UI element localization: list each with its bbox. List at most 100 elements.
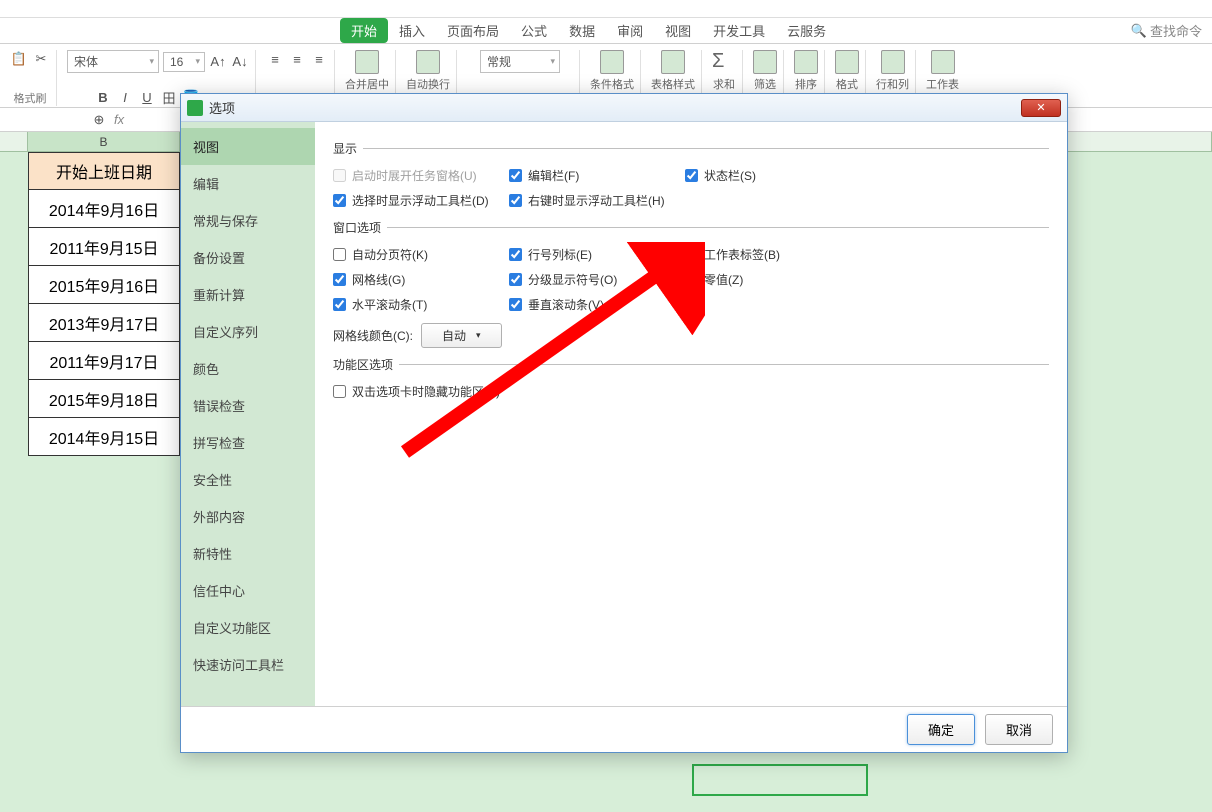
- sidebar-item-backup[interactable]: 备份设置: [181, 239, 315, 276]
- tab-insert[interactable]: 插入: [388, 18, 436, 43]
- tab-cloud[interactable]: 云服务: [776, 18, 837, 43]
- sidebar-item-errorcheck[interactable]: 错误检查: [181, 387, 315, 424]
- col-header-b[interactable]: B: [28, 132, 180, 151]
- cancel-button[interactable]: 取消: [985, 714, 1053, 745]
- fmt-label: 格式: [836, 76, 858, 92]
- lookup-icon[interactable]: ⊕: [90, 111, 108, 129]
- grid-color-select[interactable]: 自动: [421, 323, 502, 348]
- sheet-button[interactable]: 工作表: [926, 50, 959, 92]
- paste-icon[interactable]: 📋: [10, 50, 28, 68]
- data-cell[interactable]: 2015年9月18日: [28, 380, 180, 418]
- opt-vscroll[interactable]: 垂直滚动条(V): [509, 296, 681, 313]
- format-button[interactable]: 格式: [835, 50, 859, 92]
- filter-button[interactable]: 筛选: [753, 50, 777, 92]
- align-top-icon[interactable]: ≡: [266, 50, 284, 68]
- sort-label: 排序: [795, 76, 817, 92]
- opt-rt-float[interactable]: 右键时显示浮动工具栏(H): [509, 192, 681, 209]
- dialog-sidebar: 视图 编辑 常规与保存 备份设置 重新计算 自定义序列 颜色 错误检查 拼写检查…: [181, 122, 315, 706]
- table-label: 表格样式: [651, 76, 695, 92]
- wrap-label: 自动换行: [406, 76, 450, 92]
- bottom-highlight-box: [692, 764, 868, 796]
- data-cell[interactable]: 2014年9月16日: [28, 190, 180, 228]
- section-window: 窗口选项: [333, 219, 1049, 236]
- search-icon: 🔍: [1131, 23, 1147, 39]
- font-size-select[interactable]: 16: [163, 52, 205, 72]
- sidebar-item-spellcheck[interactable]: 拼写检查: [181, 424, 315, 461]
- data-cell[interactable]: 2013年9月17日: [28, 304, 180, 342]
- select-all-corner[interactable]: [0, 132, 28, 151]
- merge-center-button[interactable]: 合并居中: [345, 50, 389, 92]
- tab-start[interactable]: 开始: [340, 18, 388, 43]
- data-cell[interactable]: 2014年9月15日: [28, 418, 180, 456]
- dialog-icon: [187, 100, 203, 116]
- sheet-label: 工作表: [926, 76, 959, 92]
- sidebar-item-general[interactable]: 常规与保存: [181, 202, 315, 239]
- opt-hscroll[interactable]: 水平滚动条(T): [333, 296, 505, 313]
- italic-icon[interactable]: I: [116, 88, 134, 106]
- cond-label: 条件格式: [590, 76, 634, 92]
- borders-icon[interactable]: 田: [160, 88, 178, 106]
- dialog-title: 选项: [209, 98, 235, 117]
- data-cell[interactable]: 2011年9月17日: [28, 342, 180, 380]
- rowcol-button[interactable]: 行和列: [876, 50, 909, 92]
- opt-sel-float[interactable]: 选择时显示浮动工具栏(D): [333, 192, 505, 209]
- bold-icon[interactable]: B: [94, 88, 112, 106]
- sidebar-item-trustcenter[interactable]: 信任中心: [181, 572, 315, 609]
- sidebar-item-color[interactable]: 颜色: [181, 350, 315, 387]
- data-cell[interactable]: 2011年9月15日: [28, 228, 180, 266]
- opt-outline[interactable]: 分级显示符号(O): [509, 271, 681, 288]
- dialog-footer: 确定 取消: [181, 706, 1067, 752]
- number-format-select[interactable]: 常规: [480, 50, 560, 73]
- tab-data[interactable]: 数据: [558, 18, 606, 43]
- tab-review[interactable]: 审阅: [606, 18, 654, 43]
- sidebar-item-edit[interactable]: 编辑: [181, 165, 315, 202]
- opt-gridlines[interactable]: 网格线(G): [333, 271, 505, 288]
- font-name-select[interactable]: 宋体: [67, 50, 159, 73]
- data-cell[interactable]: 2015年9月16日: [28, 266, 180, 304]
- opt-rowcol[interactable]: 行号列标(E): [509, 246, 681, 263]
- opt-zero[interactable]: 零值(Z): [685, 271, 857, 288]
- filter-label: 筛选: [754, 76, 776, 92]
- sidebar-item-quickaccess[interactable]: 快速访问工具栏: [181, 646, 315, 683]
- close-button[interactable]: ✕: [1021, 99, 1061, 117]
- sidebar-item-customlist[interactable]: 自定义序列: [181, 313, 315, 350]
- sidebar-item-security[interactable]: 安全性: [181, 461, 315, 498]
- opt-sheettab[interactable]: 工作表标签(B): [685, 246, 857, 263]
- format-painter-label[interactable]: 格式刷: [14, 90, 47, 106]
- opt-dblclick[interactable]: 双击选项卡时隐藏功能区(A): [333, 383, 857, 400]
- dialog-titlebar[interactable]: 选项 ✕: [181, 94, 1067, 122]
- sum-button[interactable]: Σ求和: [712, 50, 736, 92]
- opt-editbar[interactable]: 编辑栏(F): [509, 167, 681, 184]
- opt-pagebreak[interactable]: 自动分页符(K): [333, 246, 505, 263]
- tab-formula[interactable]: 公式: [510, 18, 558, 43]
- opt-startup[interactable]: 启动时展开任务窗格(U): [333, 167, 505, 184]
- search-command-label: 查找命令: [1150, 21, 1202, 40]
- underline-icon[interactable]: U: [138, 88, 156, 106]
- sort-button[interactable]: 排序: [794, 50, 818, 92]
- merge-label: 合并居中: [345, 76, 389, 92]
- header-cell[interactable]: 开始上班日期: [28, 152, 180, 190]
- tab-dev[interactable]: 开发工具: [702, 18, 776, 43]
- align-bot-icon[interactable]: ≡: [310, 50, 328, 68]
- wrap-text-button[interactable]: 自动换行: [406, 50, 450, 92]
- tab-layout[interactable]: 页面布局: [436, 18, 510, 43]
- increase-font-icon[interactable]: A↑: [209, 53, 227, 71]
- search-command[interactable]: 🔍 查找命令: [1131, 21, 1202, 40]
- tab-view[interactable]: 视图: [654, 18, 702, 43]
- sidebar-item-recalc[interactable]: 重新计算: [181, 276, 315, 313]
- align-mid-icon[interactable]: ≡: [288, 50, 306, 68]
- decrease-font-icon[interactable]: A↓: [231, 53, 249, 71]
- sidebar-item-customribbon[interactable]: 自定义功能区: [181, 609, 315, 646]
- cut-icon[interactable]: ✂: [32, 50, 50, 68]
- table-style-button[interactable]: 表格样式: [651, 50, 695, 92]
- options-dialog: 选项 ✕ 视图 编辑 常规与保存 备份设置 重新计算 自定义序列 颜色 错误检查…: [180, 93, 1068, 753]
- opt-statusbar[interactable]: 状态栏(S): [685, 167, 857, 184]
- sidebar-item-newfeature[interactable]: 新特性: [181, 535, 315, 572]
- ok-button[interactable]: 确定: [907, 714, 975, 745]
- sidebar-item-external[interactable]: 外部内容: [181, 498, 315, 535]
- cond-format-button[interactable]: 条件格式: [590, 50, 634, 92]
- menu-tabs: 开始 插入 页面布局 公式 数据 审阅 视图 开发工具 云服务 🔍 查找命令: [0, 18, 1212, 44]
- sidebar-item-view[interactable]: 视图: [181, 128, 315, 165]
- data-column: 开始上班日期 2014年9月16日 2011年9月15日 2015年9月16日 …: [28, 152, 180, 456]
- fx-icon[interactable]: fx: [114, 112, 124, 127]
